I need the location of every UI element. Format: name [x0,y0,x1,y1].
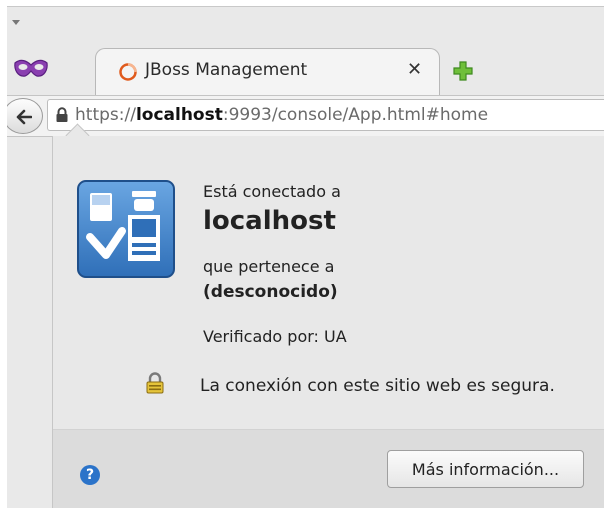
identity-verification-icon [77,180,175,278]
verified-by: Verificado por: UA [203,327,347,346]
tab-jboss-management[interactable]: JBoss Management ✕ [95,48,440,96]
site-host: localhost [203,206,336,236]
belongs-to-label: que pertenece a [203,257,335,276]
identity-popup: Está conectado a localhost que pertenece… [53,136,604,508]
url-host: localhost [135,105,223,125]
back-arrow-icon [16,109,32,125]
url-path: :9993/console/App.html#home [222,105,489,125]
secure-connection-message: La conexión con este sitio web es segura… [200,376,555,396]
url-text: https://localhost:9993/console/App.html#… [75,105,488,125]
site-owner: (desconocido) [203,282,338,302]
more-information-button[interactable]: Más información... [387,450,584,488]
tab-title: JBoss Management [145,60,308,80]
back-button[interactable] [7,98,43,134]
help-icon[interactable]: ? [80,465,100,485]
browser-window: JBoss Management ✕ https://localhost:999… [7,6,604,508]
url-scheme: https:// [75,105,136,125]
close-icon[interactable]: ✕ [407,59,422,81]
padlock-icon [146,372,164,394]
lock-icon [56,107,68,122]
new-tab-icon[interactable] [452,60,474,82]
connected-to-label: Está conectado a [203,182,341,201]
popup-footer: ? Más información... [53,429,604,508]
menu-arrow-icon[interactable] [12,20,20,25]
loading-favicon-icon [119,63,137,81]
url-bar[interactable]: https://localhost:9993/console/App.html#… [47,99,604,131]
navigation-bar: https://localhost:9993/console/App.html#… [7,95,604,137]
private-mask-icon [14,59,48,77]
window-top-border [7,6,604,7]
